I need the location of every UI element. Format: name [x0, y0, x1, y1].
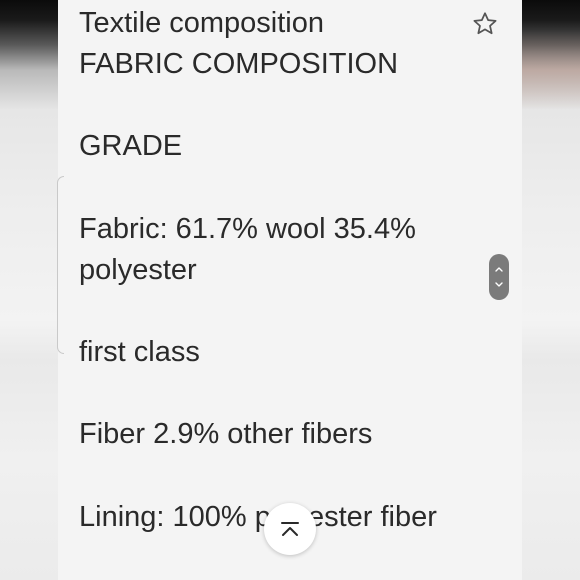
star-outline-icon[interactable]: [471, 10, 499, 38]
caret-up-icon: [281, 522, 299, 536]
fabric-composition-text: Fabric: 61.7% wool 35.4%: [79, 213, 416, 245]
scroll-to-top-button[interactable]: [264, 503, 316, 555]
chevron-down-icon: [495, 282, 503, 287]
lining-composition-text: Lining: 100% polyester fiber: [79, 501, 437, 533]
grade-label: GRADE: [79, 130, 183, 162]
content-page[interactable]: Textile composition FABRIC COMPOSITION G…: [58, 0, 522, 580]
edge-panel-handle[interactable]: [57, 176, 64, 354]
chevron-up-icon: [495, 267, 503, 272]
fiber-composition-text: Fiber 2.9% other fibers: [79, 418, 373, 450]
heading-textile-composition: Textile composition: [79, 7, 324, 39]
heading-fabric-composition: FABRIC COMPOSITION: [79, 48, 399, 80]
grade-value: first class: [79, 336, 200, 368]
scrollbar-thumb[interactable]: [489, 254, 509, 300]
fabric-composition-text-continued: polyester: [79, 254, 197, 286]
background-tint: [520, 0, 580, 110]
